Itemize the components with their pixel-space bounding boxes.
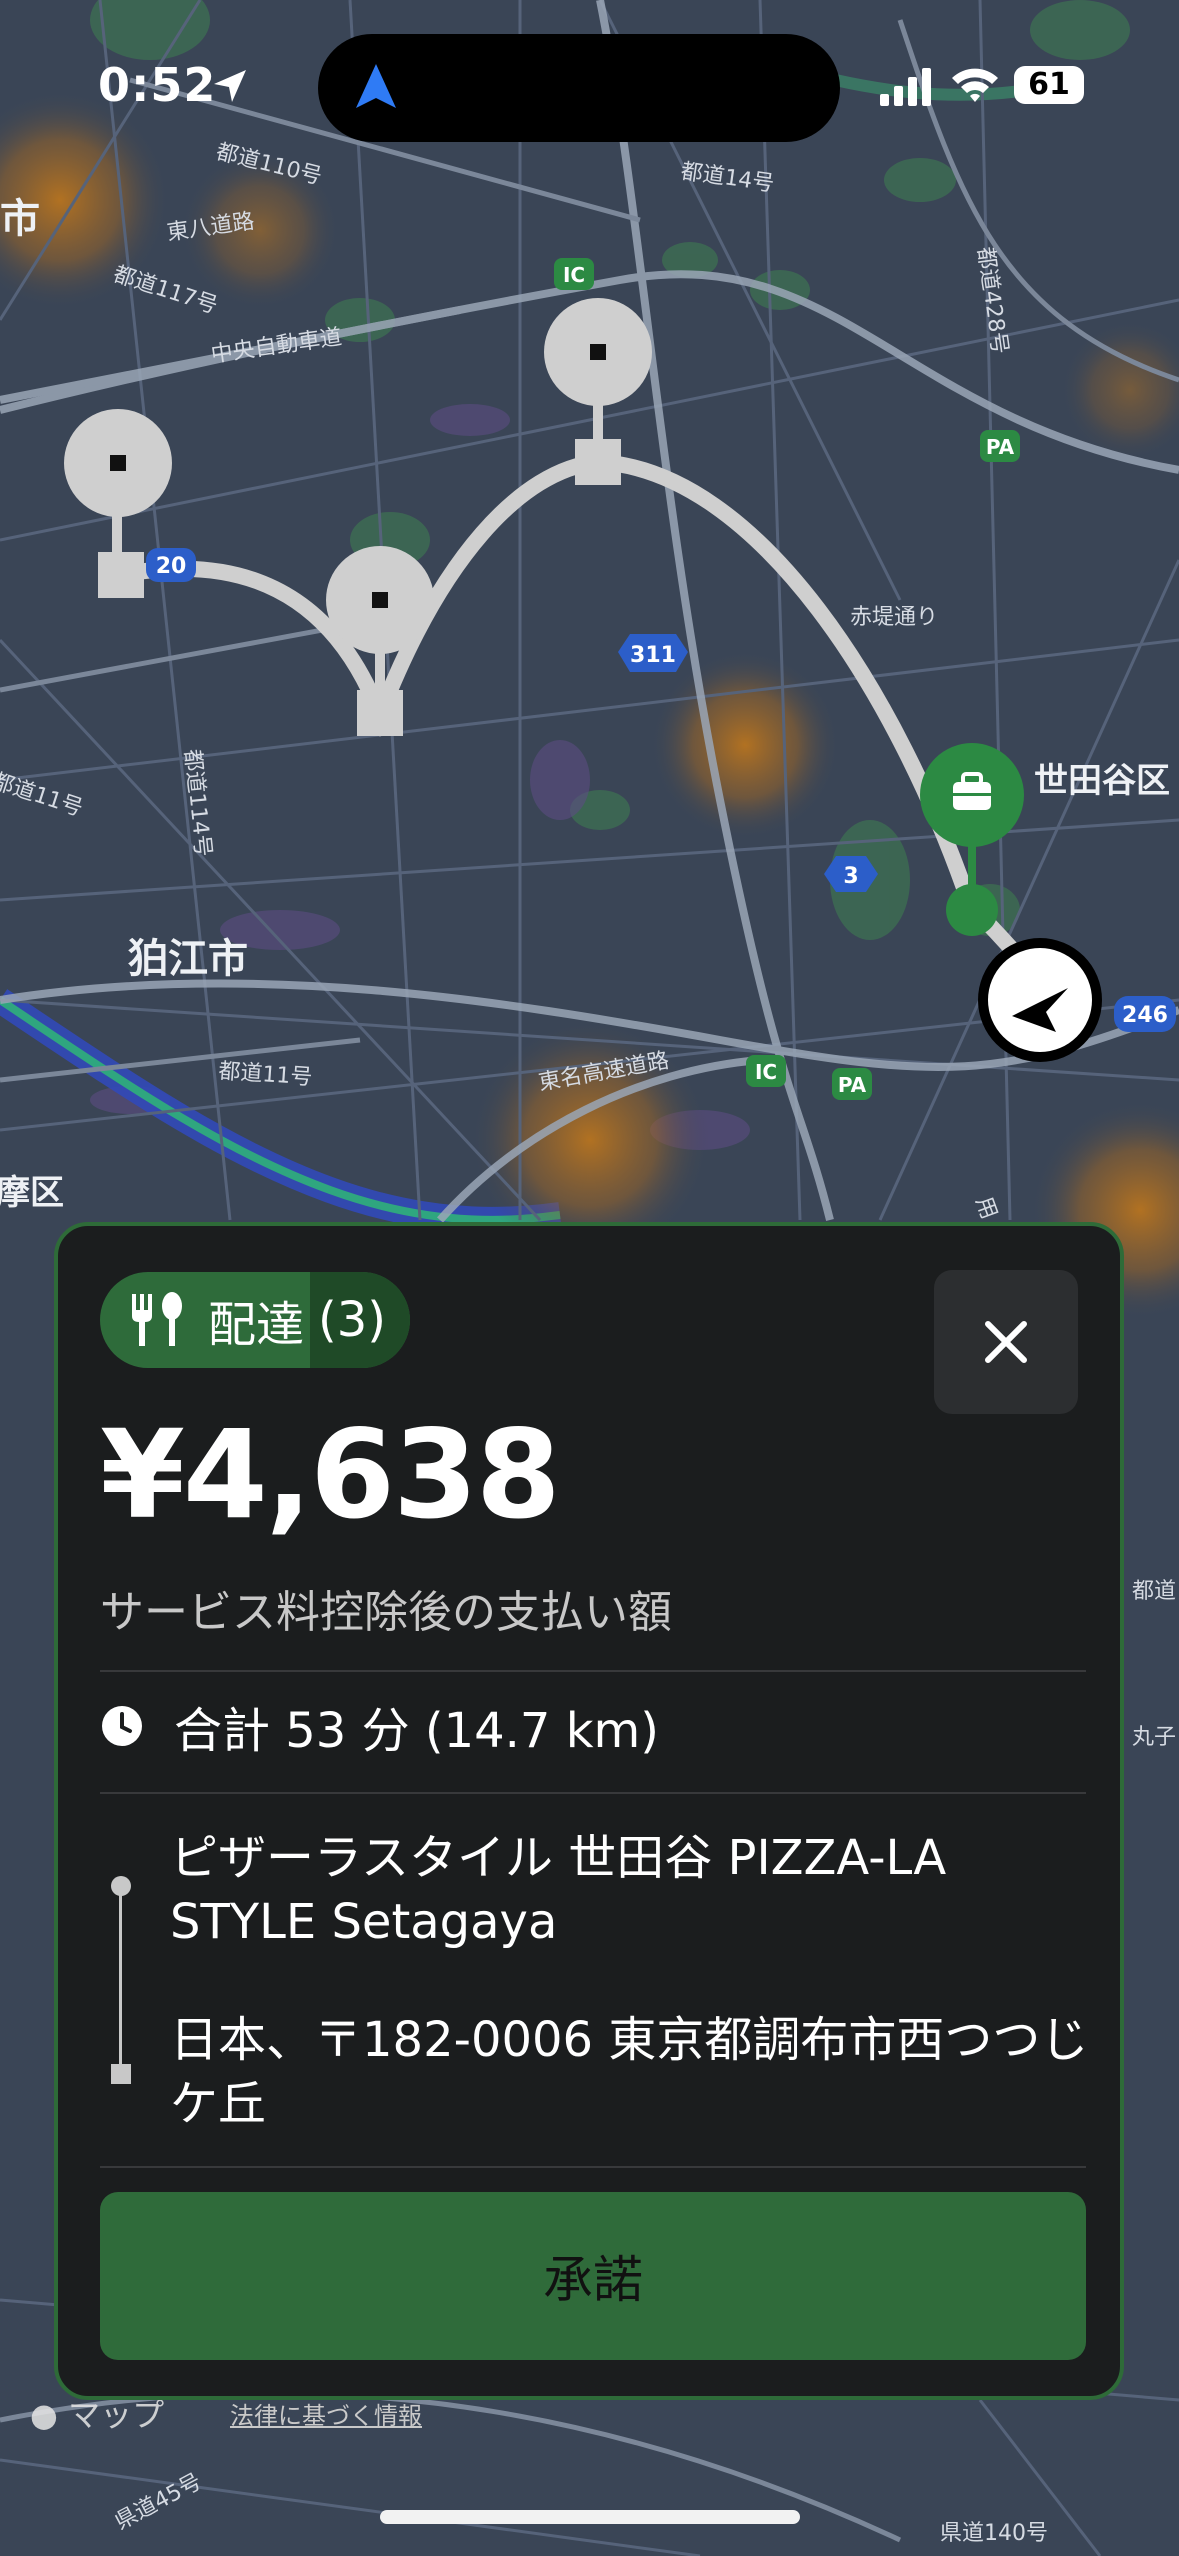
map-label-city-left: 市 [0,196,40,242]
delivery-badge: 配達 (3) [100,1272,411,1368]
clock-icon [102,1706,142,1746]
shield-ic-2: IC [755,1060,777,1084]
home-indicator[interactable] [380,2510,800,2524]
legal-link[interactable]: 法律に基づく情報 [230,2396,422,2431]
close-icon [985,1321,1027,1363]
shield-pa-2: PA [838,1073,867,1097]
location-arrow-icon [214,70,246,102]
map-label-setagaya: 世田谷区 [1034,761,1170,801]
price-subtitle: サービス料控除後の支払い額 [100,1587,672,1638]
divider [100,2166,1086,2168]
divider [100,1792,1086,1794]
trip-summary: 合計 53 分 (14.7 km) [174,1703,659,1759]
accept-button[interactable]: 承諾 [100,2192,1086,2360]
pickup-dot-icon [111,1876,131,1896]
map-label-pref-road: 都道 [1132,1579,1176,1604]
accept-label: 承諾 [543,2251,643,2309]
offer-card: 配達 (3) ¥4,638 サービス料控除後の支払い額 合計 53 分 (14.… [54,1222,1124,2400]
pickup-name: ピザーラスタイル 世田谷 PIZZA-LA STYLE Setagaya [170,1830,947,1950]
shield-ic-1: IC [563,263,585,287]
map-label-marko: 丸子 [1132,1725,1176,1750]
cellular-signal-icon [880,68,931,106]
shield-route-3: 3 [843,864,858,889]
map-label-ward-left: 摩区 [0,1173,64,1213]
apple-logo-icon: ● [30,2396,58,2434]
badge-count: (3) [310,1272,411,1368]
fork-spoon-icon [132,1292,182,1346]
route-connector [119,1888,122,2066]
status-time: 0:52 [98,58,217,112]
offer-price: ¥4,638 [100,1404,561,1546]
battery-indicator: 61 [1014,66,1084,104]
badge-label: 配達 [208,1297,305,1353]
navigation-arrow-icon [356,64,396,108]
shield-pa-1: PA [986,435,1015,459]
map-label-akatsutsumi: 赤堤通り [850,605,938,630]
shield-route-20: 20 [156,554,187,579]
shield-route-246: 246 [1122,1003,1168,1028]
shield-route-311: 311 [630,643,676,668]
trip-summary-row: 合計 53 分 (14.7 km) [100,1691,659,1761]
divider [100,1670,1086,1672]
dropoff-square-icon [111,2064,131,2084]
map-label-komae: 狛江市 [128,936,248,982]
close-button[interactable] [934,1270,1078,1414]
dropoff-address: 日本、〒182-0006 東京都調布市西つつじケ丘 [170,2012,1089,2132]
map-label-route140: 県道140号 [940,2521,1048,2546]
maps-attribution-text: マップ [68,2396,165,2434]
wifi-icon [952,68,998,102]
